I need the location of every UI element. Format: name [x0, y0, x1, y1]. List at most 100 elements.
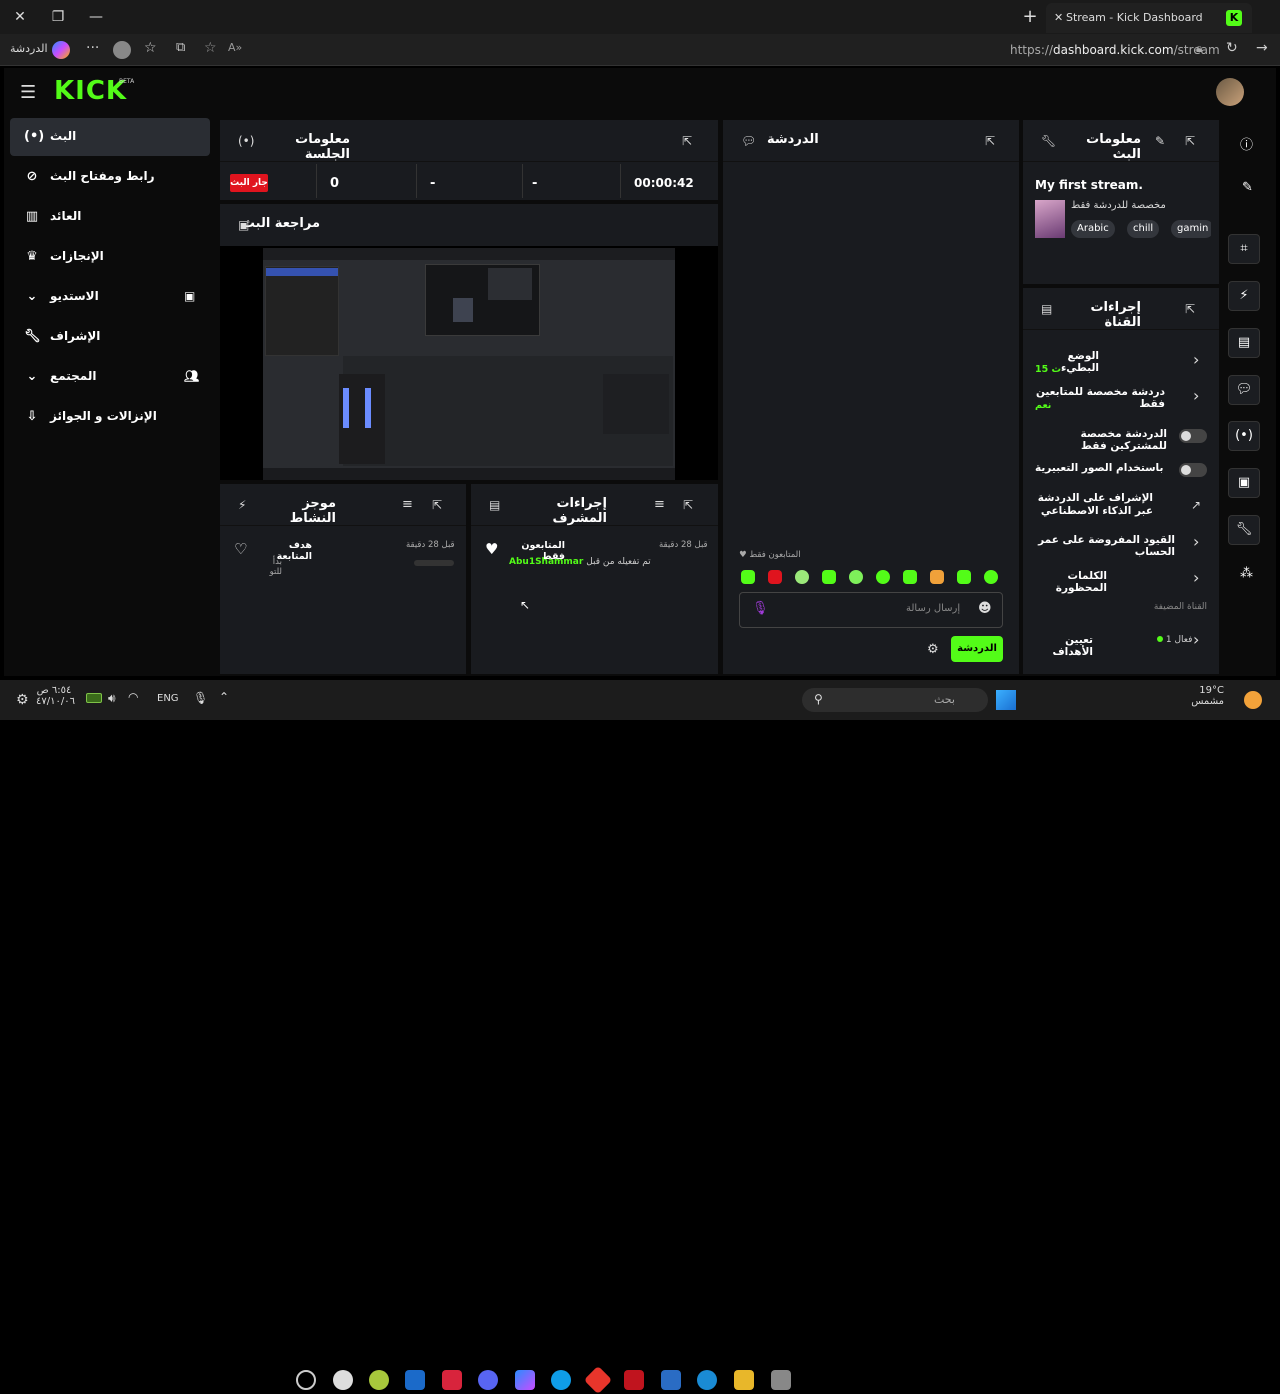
emote-icon[interactable]	[930, 570, 944, 584]
tag-chip[interactable]: Arabic	[1071, 220, 1115, 238]
popout-icon[interactable]: ⇱	[683, 498, 693, 512]
mcafee-icon[interactable]	[624, 1370, 644, 1390]
store-icon[interactable]	[661, 1370, 681, 1390]
chat-input[interactable]: 🎙︎ إرسال رسالة ☻	[739, 592, 1003, 628]
chevron-up-icon[interactable]: ⌃	[219, 690, 229, 704]
tools-button[interactable]: 🔧︎	[1228, 515, 1260, 545]
emote-icon[interactable]	[795, 570, 809, 584]
sidebar-item-achievements[interactable]: ♛ الإنجازات	[10, 238, 210, 276]
subscribers-chat-toggle[interactable]	[1179, 429, 1207, 443]
tag-chip[interactable]: chill	[1127, 220, 1160, 238]
app-icon[interactable]	[333, 1370, 353, 1390]
emote-icon[interactable]	[849, 570, 863, 584]
app-icon[interactable]	[583, 1365, 613, 1394]
minimize-window-icon[interactable]: —	[86, 8, 106, 26]
collections-icon[interactable]: ⧉	[176, 40, 185, 55]
apps-icon[interactable]: ⁂	[1240, 566, 1253, 581]
users-icon: 👥︎	[184, 369, 200, 383]
broadcast-icon: (•)	[24, 129, 45, 144]
popout-icon[interactable]: ⇱	[1185, 302, 1195, 316]
quick-action-button[interactable]: ⚡︎	[1228, 281, 1260, 311]
sidebar-item-stream[interactable]: (•) البث	[10, 118, 210, 156]
studio-button[interactable]: ▣	[1228, 468, 1260, 498]
weather[interactable]: 19°C مشمس	[1188, 685, 1224, 707]
new-tab-icon[interactable]: +	[1020, 8, 1040, 26]
popout-icon[interactable]: ⇱	[682, 134, 692, 148]
copilot-icon[interactable]	[515, 1370, 535, 1390]
taskbar-search[interactable]: ⚲ بحث	[802, 688, 988, 712]
popout-icon[interactable]: ⇱	[432, 498, 442, 512]
emote-icon[interactable]	[903, 570, 917, 584]
start-icon[interactable]	[996, 690, 1016, 710]
chat-settings-icon[interactable]: ⚙	[927, 642, 939, 657]
forward-icon[interactable]: →	[1256, 40, 1268, 56]
restore-window-icon[interactable]: ❐	[48, 8, 68, 26]
url-field[interactable]: https://dashboard.kick.com/stream	[1010, 43, 1220, 57]
close-tab-icon[interactable]: ✕	[1054, 3, 1063, 33]
read-aloud-icon[interactable]: A»	[228, 41, 242, 54]
heart-icon: ♡	[234, 540, 248, 558]
edge-active-icon[interactable]	[697, 1370, 717, 1390]
sidebar-item-moderation[interactable]: 🔧︎ الإشراف	[10, 318, 210, 356]
edit-icon[interactable]: ✎	[1242, 180, 1253, 195]
volume-icon[interactable]: 🔊︎	[108, 691, 116, 706]
obs-icon[interactable]	[296, 1370, 316, 1390]
copilot-label[interactable]: الدردشة	[10, 42, 48, 55]
language-indicator[interactable]: ENG	[157, 693, 179, 704]
avatar[interactable]	[1216, 78, 1244, 106]
emote-icon[interactable]	[741, 570, 755, 584]
video-preview[interactable]	[263, 248, 675, 480]
emote-icon[interactable]	[957, 570, 971, 584]
emote-chat-toggle[interactable]	[1179, 463, 1207, 477]
tennis-app-icon[interactable]	[369, 1370, 389, 1390]
emote-icon[interactable]	[876, 570, 890, 584]
refresh-icon[interactable]: ↻	[1226, 40, 1238, 56]
explorer-icon[interactable]	[734, 1370, 754, 1390]
filter-icon[interactable]: ≡	[654, 497, 665, 512]
discord-icon[interactable]	[478, 1370, 498, 1390]
app-icon[interactable]	[442, 1370, 462, 1390]
wifi-icon[interactable]: ◠	[128, 690, 138, 704]
more-icon[interactable]: ···	[86, 40, 99, 56]
add-favorite-icon[interactable]: ☆	[204, 40, 217, 56]
edge-icon[interactable]	[551, 1370, 571, 1390]
stream-info-header: ⇱ ✎ معلومات البث 🔧︎	[1023, 120, 1219, 162]
settings-gear-icon[interactable]: ⚙	[16, 692, 29, 708]
info-icon[interactable]: ⓘ	[1240, 134, 1253, 153]
favorites-icon[interactable]: ☆	[144, 40, 157, 56]
capture-icon: ⌗	[1240, 241, 1248, 256]
filter-icon[interactable]: ≡	[402, 497, 413, 512]
battery-icon[interactable]	[86, 693, 102, 703]
kick-logo[interactable]: KICK	[54, 76, 127, 106]
emote-icon[interactable]	[822, 570, 836, 584]
close-window-icon[interactable]: ✕	[10, 8, 30, 26]
chat-button[interactable]: 💬︎	[1228, 375, 1260, 405]
sidebar-item-drops[interactable]: ⇩ الإنزالات و الجوائز	[10, 398, 210, 436]
notes-button[interactable]: ▤	[1228, 328, 1260, 358]
popout-icon[interactable]: ⇱	[985, 134, 995, 148]
emote-icon[interactable]	[768, 570, 782, 584]
tag-chip[interactable]: gamin	[1171, 220, 1211, 238]
browser-tab[interactable]: ✕ Stream - Kick Dashboard K	[1046, 3, 1252, 33]
hamburger-menu-icon[interactable]: ☰	[20, 82, 36, 103]
emoji-icon[interactable]: ☻	[978, 601, 992, 616]
mic-icon[interactable]: 🎙︎	[752, 601, 769, 616]
broadcast-button[interactable]: (•)	[1228, 421, 1260, 451]
sidebar-item-community[interactable]: ⌄ المجتمع 👥︎	[10, 358, 210, 396]
chat-send-button[interactable]: الدردشة	[951, 636, 1003, 662]
clock[interactable]: ٦:٥٤ ص ٤٧/١٠/٠٦	[36, 685, 75, 707]
mic-icon[interactable]: 🎙︎	[193, 691, 208, 705]
steam-icon[interactable]	[405, 1370, 425, 1390]
stream-info-title: معلومات البث	[1086, 132, 1141, 162]
edit-icon[interactable]: ✎	[1155, 134, 1165, 148]
copilot-icon[interactable]	[52, 41, 70, 59]
profile-icon[interactable]	[113, 41, 131, 59]
sidebar-item-studio[interactable]: ⌄ الاستديو ▣	[10, 278, 210, 316]
sidebar-item-revenue[interactable]: ▥ العائد	[10, 198, 210, 236]
app-icon[interactable]	[771, 1370, 791, 1390]
emote-icon[interactable]	[984, 570, 998, 584]
divider	[416, 164, 417, 198]
popout-icon[interactable]: ⇱	[1185, 134, 1195, 148]
sidebar-item-stream-key[interactable]: ⊘ رابط ومفتاح البث	[10, 158, 210, 196]
screenshot-button[interactable]: ⌗	[1228, 234, 1260, 264]
